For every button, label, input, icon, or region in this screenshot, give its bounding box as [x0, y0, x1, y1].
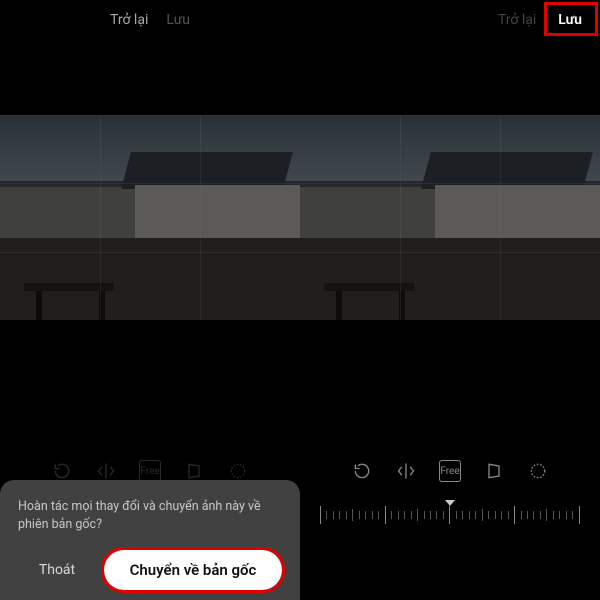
photo-preview-left[interactable]	[0, 115, 300, 320]
ruler-tick	[566, 511, 567, 519]
ruler-tick	[559, 511, 560, 519]
header-right: Trở lại Lưu	[300, 0, 600, 40]
rotate-icon[interactable]	[351, 460, 373, 482]
ruler-tick	[365, 511, 366, 519]
header-left: Trở lại Lưu	[0, 0, 300, 40]
ruler-tick	[482, 509, 483, 521]
editor-panel-left: Trở lại Lưu Free	[0, 0, 300, 600]
ruler-tick	[533, 511, 534, 519]
save-button-disabled: Lưu	[166, 12, 190, 28]
editor-panel-right: Trở lại Lưu Free	[300, 0, 600, 600]
free-crop-icon[interactable]: Free	[139, 460, 161, 482]
dialog-revert-button[interactable]: Chuyển về bản gốc	[104, 550, 282, 590]
ruler-tick	[333, 511, 334, 519]
ruler-tick	[501, 511, 502, 519]
rotation-ruler[interactable]	[320, 502, 580, 528]
ruler-tick	[436, 511, 437, 519]
auto-adjust-icon[interactable]	[227, 460, 249, 482]
ruler-tick	[495, 511, 496, 519]
ruler-tick	[411, 511, 412, 519]
ruler-tick	[488, 511, 489, 519]
photo-preview-right[interactable]	[300, 115, 600, 320]
dialog-exit-button[interactable]: Thoát	[18, 552, 96, 588]
ruler-tick	[514, 506, 515, 524]
ruler-tick	[378, 511, 379, 519]
ruler-tick	[449, 506, 450, 524]
ruler-tick	[443, 511, 444, 519]
ruler-tick	[469, 511, 470, 519]
ruler-tick	[462, 511, 463, 519]
ruler-tick	[456, 511, 457, 519]
dialog-revert-label: Chuyển về bản gốc	[130, 561, 257, 579]
auto-adjust-icon[interactable]	[527, 460, 549, 482]
ruler-tick	[579, 506, 580, 524]
rotate-icon[interactable]	[51, 460, 73, 482]
crop-toolbar-left: Free	[0, 460, 300, 482]
ruler-tick	[424, 511, 425, 519]
ruler-tick	[320, 506, 321, 524]
ruler-tick	[359, 511, 360, 519]
ruler-tick	[546, 509, 547, 521]
revert-dialog: Hoàn tác mọi thay đổi và chuyển ảnh này …	[0, 480, 300, 600]
ruler-tick	[346, 511, 347, 519]
flip-icon[interactable]	[395, 460, 417, 482]
ruler-tick	[391, 511, 392, 519]
ruler-indicator-icon	[445, 500, 455, 506]
back-button-right[interactable]: Trở lại	[498, 12, 536, 28]
flip-icon[interactable]	[95, 460, 117, 482]
ruler-tick	[385, 506, 386, 524]
perspective-icon[interactable]	[483, 460, 505, 482]
ruler-tick	[326, 511, 327, 519]
ruler-tick	[352, 509, 353, 521]
ruler-tick	[417, 509, 418, 521]
ruler-tick	[430, 511, 431, 519]
ruler-tick	[508, 511, 509, 519]
ruler-tick	[553, 511, 554, 519]
ruler-tick	[372, 511, 373, 519]
back-button[interactable]: Trở lại	[110, 12, 148, 28]
ruler-tick	[339, 511, 340, 519]
ruler-tick	[540, 511, 541, 519]
crop-toolbar-right: Free	[300, 460, 600, 482]
ruler-tick	[398, 511, 399, 519]
perspective-icon[interactable]	[183, 460, 205, 482]
free-crop-icon[interactable]: Free	[439, 460, 461, 482]
ruler-tick	[572, 511, 573, 519]
dialog-message: Hoàn tác mọi thay đổi và chuyển ảnh này …	[18, 498, 282, 534]
save-button[interactable]: Lưu	[548, 8, 592, 32]
ruler-tick	[404, 511, 405, 519]
ruler-tick	[475, 511, 476, 519]
ruler-tick	[521, 511, 522, 519]
ruler-tick	[527, 511, 528, 519]
